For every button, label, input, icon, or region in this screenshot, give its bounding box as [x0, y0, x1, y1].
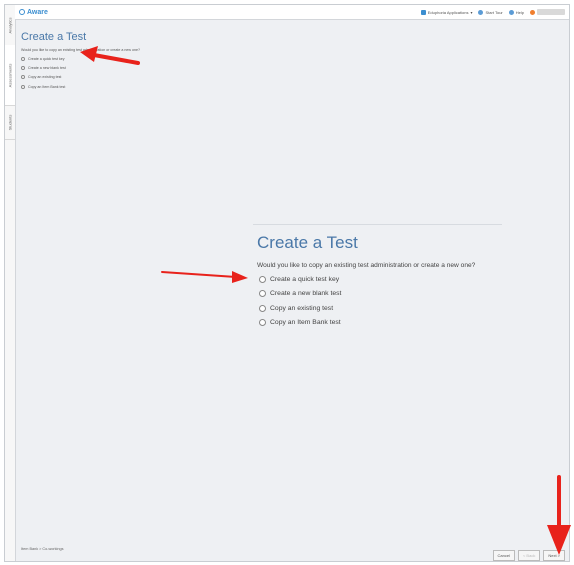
help-icon	[508, 9, 514, 15]
radio-button[interactable]	[259, 319, 266, 327]
side-tab-analytics[interactable]: Analytics	[5, 5, 15, 46]
zoomed-option-list: Create a quick test key Create a new bla…	[259, 272, 341, 330]
zoomed-option-copy-item-bank-test[interactable]: Copy an Item Bank test	[259, 316, 341, 331]
radio-button[interactable]	[21, 84, 25, 89]
zoomed-option-copy-existing-test[interactable]: Copy an existing test	[259, 301, 341, 316]
footer-breadcrumb: Item Bank > Co-workings	[21, 547, 64, 551]
tour-icon	[478, 9, 484, 15]
option-new-blank-test[interactable]: Create a new blank test	[21, 63, 66, 72]
radio-button[interactable]	[259, 275, 266, 283]
zoomed-page-question: Would you like to copy an existing test …	[257, 262, 476, 269]
cancel-button[interactable]: Cancel	[492, 550, 515, 561]
radio-button[interactable]	[259, 290, 266, 298]
top-bar: Aware Eduphoria Applications ▾ Start Tou…	[15, 5, 569, 20]
radio-button[interactable]	[21, 65, 25, 70]
app-logo[interactable]: Aware	[19, 9, 48, 16]
chevron-down-icon: ▾	[470, 9, 473, 15]
user-menu[interactable]	[530, 9, 565, 15]
annotation-arrow-middle	[161, 271, 248, 283]
back-button[interactable]: < Back	[517, 550, 541, 561]
option-copy-existing-test[interactable]: Copy an existing test	[21, 73, 66, 82]
user-avatar-icon	[530, 9, 535, 15]
app-name: Aware	[27, 8, 48, 16]
page-title: Create a Test	[21, 31, 87, 43]
test-option-list: Create a quick test key Create a new bla…	[21, 54, 66, 91]
radio-button[interactable]	[259, 304, 266, 312]
option-quick-test-key[interactable]: Create a quick test key	[21, 54, 66, 63]
help-button[interactable]: Help	[508, 9, 524, 15]
top-right-menu: Eduphoria Applications ▾ Start Tour Help	[420, 9, 565, 15]
apps-menu[interactable]: Eduphoria Applications ▾	[420, 9, 473, 15]
annotation-arrow-top	[80, 46, 140, 65]
radio-button[interactable]	[21, 56, 25, 61]
aware-logo-icon	[19, 9, 25, 15]
radio-button[interactable]	[21, 75, 25, 80]
zoomed-option-new-blank-test[interactable]: Create a new blank test	[259, 287, 341, 302]
option-copy-item-bank-test[interactable]: Copy an Item Bank test	[21, 82, 66, 91]
zoomed-option-quick-test-key[interactable]: Create a quick test key	[259, 272, 341, 287]
start-tour-button[interactable]: Start Tour	[478, 9, 503, 15]
zoomed-page-title: Create a Test	[257, 233, 358, 252]
side-tab-assessments[interactable]: Assessments	[5, 45, 15, 106]
user-name-box	[537, 9, 565, 15]
side-tab-students[interactable]: Students	[5, 105, 15, 140]
zoomed-detail-inset: Create a Test Would you like to copy an …	[253, 224, 502, 335]
annotation-arrow-bottom	[547, 475, 571, 555]
apps-icon	[420, 9, 426, 15]
